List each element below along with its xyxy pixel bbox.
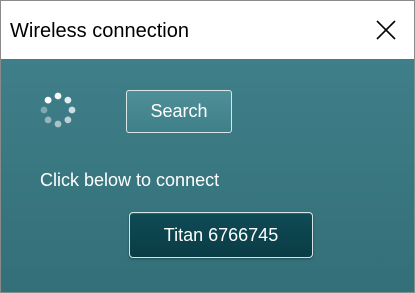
close-button[interactable] — [356, 1, 414, 59]
connect-instruction: Click below to connect — [40, 170, 220, 190]
dialog-title: Wireless connection — [10, 20, 189, 42]
close-icon — [376, 20, 396, 40]
device-button-titan[interactable]: Titan 6766745 — [129, 212, 313, 258]
search-button[interactable]: Search — [126, 90, 232, 133]
title-bar: Wireless connection — [1, 1, 414, 59]
dialog-body: Search Click below to connect Titan 6766… — [1, 59, 414, 292]
wireless-connection-dialog: Wireless connection Search Click below t… — [0, 0, 415, 293]
loading-spinner-icon — [40, 92, 76, 128]
